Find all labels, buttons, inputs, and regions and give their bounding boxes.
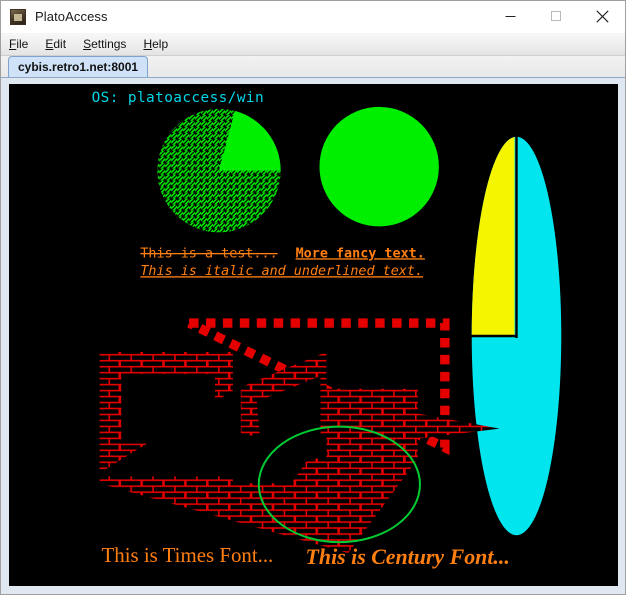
maximize-icon [550,11,561,21]
close-icon [595,10,609,23]
tab-strip: cybis.retro1.net:8001 [1,56,625,78]
cyan-ellipse-group [469,134,562,536]
menu-item-edit[interactable]: Edit [45,37,66,51]
app-icon [10,8,26,25]
solid-green-circle [319,106,439,227]
menu-mnemonic: H [143,37,153,51]
terminal-panel: OS: platoaccess/win This is a test... Mo… [1,78,625,594]
maximize-button[interactable] [533,1,579,32]
menu-item-help[interactable]: Help [143,37,168,51]
yellow-quadrant-wedge [471,136,515,336]
application-window: PlatoAccess File Edit Settings Help cybi… [0,0,626,595]
text-line-times: This is Times Font... [102,543,274,567]
window-controls [487,1,625,32]
menu-label: elp [152,37,169,51]
menu-label: ettings [91,37,127,51]
styled-text-block: This is a test... More fancy text. This … [140,246,424,279]
graphics-surface: OS: platoaccess/win This is a test... Mo… [92,90,562,569]
menu-bar: File Edit Settings Help [1,33,625,56]
menu-mnemonic: S [83,37,92,51]
minimize-icon [505,16,515,17]
hatched-pie-chart [157,108,281,233]
text-line-italic-underline: This is italic and underlined text. [140,264,423,279]
text-line-century: This is Century Font... [306,544,510,569]
title-bar: PlatoAccess [1,1,625,33]
close-button[interactable] [579,1,625,32]
text-line-strikethrough: This is a test... [140,246,277,261]
minimize-button[interactable] [487,1,533,32]
menu-item-settings[interactable]: Settings [83,37,126,51]
tab-cybis-retro1[interactable]: cybis.retro1.net:8001 [8,56,149,77]
menu-label: ile [16,37,29,51]
terminal-header-text: OS: platoaccess/win [92,90,264,106]
text-line-bold-underline: More fancy text. [296,246,425,261]
terminal-canvas[interactable]: OS: platoaccess/win This is a test... Mo… [9,84,618,586]
window-title: PlatoAccess [35,9,108,24]
menu-item-file[interactable]: File [9,37,28,51]
menu-label: dit [53,37,67,51]
